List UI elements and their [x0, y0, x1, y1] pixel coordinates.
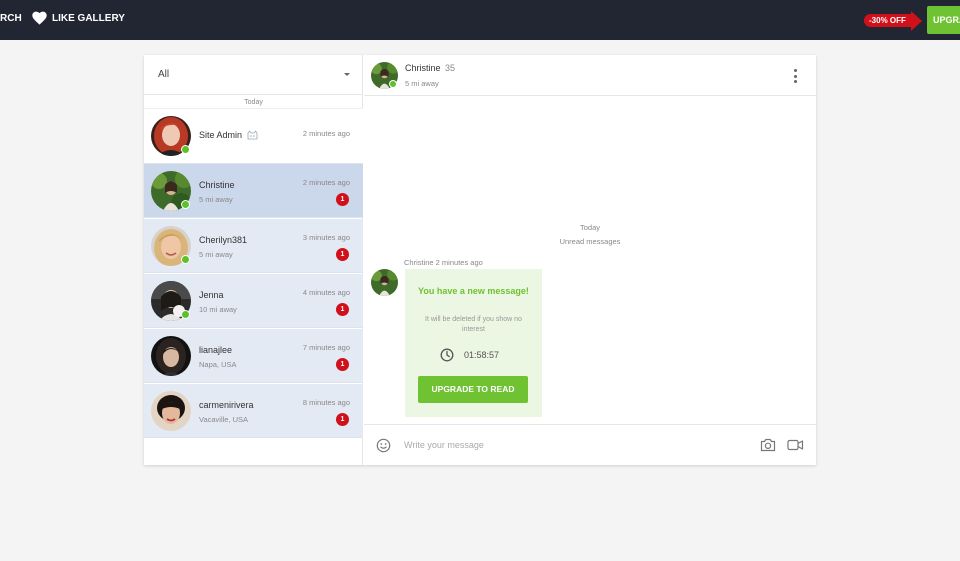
conversation-name: Christine — [199, 180, 235, 190]
online-indicator — [389, 80, 397, 88]
kebab-menu-icon[interactable] — [789, 68, 801, 84]
message-meta: Christine 2 minutes ago — [404, 258, 483, 267]
chat-header-name[interactable]: Christine 35 — [405, 63, 455, 73]
conversation-time: 2 minutes ago — [302, 129, 350, 138]
conversation-subtitle: Napa, USA — [199, 360, 237, 369]
unread-messages-label: Unread messages — [559, 237, 621, 246]
admin-badge-icon — [247, 130, 258, 140]
online-indicator — [181, 145, 190, 154]
heart-icon — [32, 11, 47, 25]
locked-message-bubble: You have a new message! It will be delet… — [405, 269, 542, 417]
caret-down-icon — [344, 73, 350, 76]
conversation-item-carmenirivera[interactable]: carmenirivera Vacaville, USA 8 minutes a… — [144, 384, 363, 438]
message-sender-avatar[interactable] — [371, 269, 398, 296]
top-nav: RCH LIKE GALLERY -30% OFF UPGRA — [0, 0, 960, 40]
nav-search-link[interactable]: RCH — [0, 13, 22, 24]
timer-value: 01:58:57 — [464, 350, 500, 360]
conversation-time: 3 minutes ago — [302, 233, 350, 242]
message-timer: 01:58:57 — [440, 348, 499, 362]
conversation-name: Cherilyn381 — [199, 235, 248, 245]
video-icon[interactable] — [787, 439, 804, 451]
unread-count-badge: 1 — [336, 358, 349, 371]
day-separator: Today — [144, 96, 363, 109]
conversation-name: Site Admin — [199, 130, 258, 140]
conversation-time: 8 minutes ago — [302, 398, 350, 407]
upgrade-button[interactable]: UPGRA — [927, 6, 960, 34]
conversation-item-jenna[interactable]: Jenna 10 mi away 4 minutes ago 1 — [144, 274, 363, 328]
messenger-card: All Today Site Admin 2 minutes ago Chris… — [144, 55, 816, 465]
discount-label: -30% OFF — [864, 14, 911, 27]
conversation-item-christine[interactable]: Christine 5 mi away 2 minutes ago 1 — [144, 164, 363, 218]
conversation-list: All Today Site Admin 2 minutes ago Chris… — [144, 55, 363, 465]
discount-arrow-icon — [910, 10, 922, 31]
conversation-time: 2 minutes ago — [302, 178, 350, 187]
locked-message-title: You have a new message! — [418, 286, 529, 296]
chat-panel: Christine 35 5 mi away Today Unread mess… — [364, 55, 816, 465]
online-indicator — [181, 255, 190, 264]
conversation-name-text: Site Admin — [199, 130, 243, 140]
conversation-time: 7 minutes ago — [302, 343, 350, 352]
avatar — [151, 391, 191, 431]
avatar — [151, 336, 191, 376]
conversation-name: Jenna — [199, 290, 224, 300]
online-indicator — [181, 310, 190, 319]
conversation-filter-select[interactable]: All — [144, 55, 363, 95]
conversation-subtitle: 5 mi away — [199, 250, 233, 259]
conversation-item-lianajlee[interactable]: lianajlee Napa, USA 7 minutes ago 1 — [144, 329, 363, 383]
message-composer — [364, 424, 816, 465]
online-indicator — [181, 200, 190, 209]
unread-count-badge: 1 — [336, 248, 349, 261]
camera-icon[interactable] — [760, 438, 776, 452]
conversation-name: carmenirivera — [199, 400, 254, 410]
conversation-time: 4 minutes ago — [302, 288, 350, 297]
upgrade-to-read-button[interactable]: UPGRADE TO READ — [418, 376, 528, 403]
conversation-subtitle: Vacaville, USA — [199, 415, 249, 424]
chat-header: Christine 35 5 mi away — [364, 55, 816, 96]
locked-message-note: It will be deleted if you show no intere… — [425, 316, 522, 333]
clock-icon — [440, 348, 454, 362]
smile-icon[interactable] — [376, 438, 391, 453]
chat-header-name-text: Christine — [405, 63, 441, 73]
conversation-item-site-admin[interactable]: Site Admin 2 minutes ago — [144, 109, 363, 164]
unread-count-badge: 1 — [336, 303, 349, 316]
chat-header-distance: 5 mi away — [405, 79, 439, 88]
chat-header-age: 35 — [445, 63, 456, 73]
nav-like-gallery-label: LIKE GALLERY — [52, 12, 125, 24]
conversation-subtitle: 10 mi away — [199, 305, 237, 314]
conversation-name: lianajlee — [199, 345, 233, 355]
conversation-subtitle: 5 mi away — [199, 195, 233, 204]
discount-badge[interactable]: -30% OFF — [864, 10, 922, 31]
nav-like-gallery-link[interactable]: LIKE GALLERY — [32, 11, 125, 25]
message-input[interactable] — [404, 433, 744, 457]
unread-count-badge: 1 — [336, 193, 349, 206]
filter-selected-value: All — [158, 69, 170, 80]
unread-count-badge: 1 — [336, 413, 349, 426]
conversation-item-cherilyn381[interactable]: Cherilyn381 5 mi away 3 minutes ago 1 — [144, 219, 363, 273]
message-day-label: Today — [579, 223, 600, 232]
